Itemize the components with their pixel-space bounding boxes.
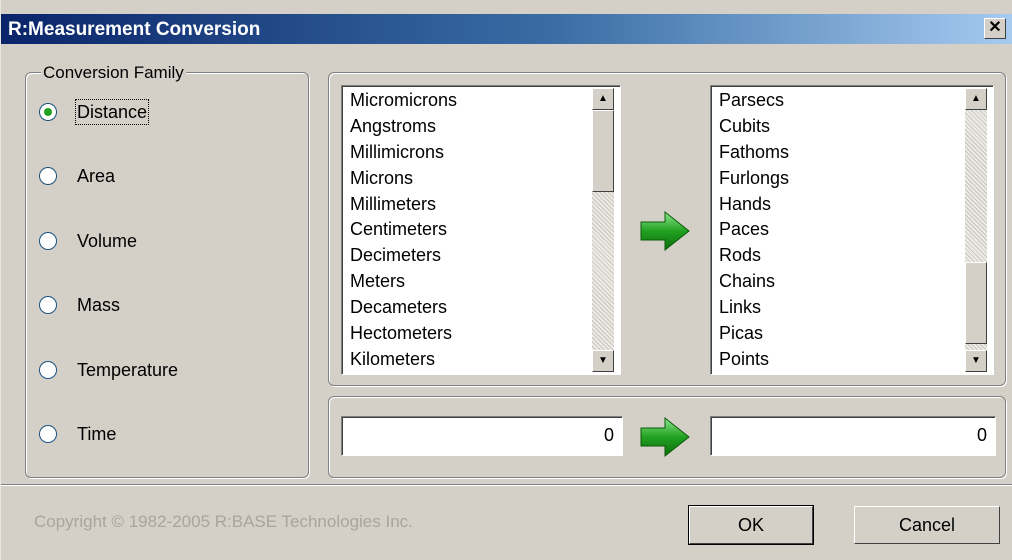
list-item[interactable]: Fathoms: [719, 140, 789, 166]
radio-label[interactable]: Time: [76, 422, 117, 446]
to-unit-items: Parsecs Cubits Fathoms Furlongs Hands Pa…: [719, 88, 789, 373]
radio-label[interactable]: Distance: [74, 99, 150, 125]
radio-button[interactable]: [39, 361, 57, 379]
list-item[interactable]: Meters: [350, 269, 457, 295]
list-item[interactable]: Hands: [719, 192, 789, 218]
to-list-scrollbar[interactable]: ▲ ▼: [965, 88, 987, 372]
radio-label[interactable]: Volume: [76, 229, 138, 253]
from-value-input[interactable]: 0: [341, 416, 623, 456]
list-item[interactable]: Decameters: [350, 295, 457, 321]
scroll-down-icon: ▼: [598, 355, 608, 366]
cancel-button[interactable]: Cancel: [854, 506, 1000, 544]
list-item[interactable]: Microns: [350, 166, 457, 192]
radio-button[interactable]: [39, 296, 57, 314]
scroll-down-button[interactable]: ▼: [592, 350, 614, 372]
scroll-down-icon: ▼: [971, 355, 981, 366]
list-item[interactable]: Millimicrons: [350, 140, 457, 166]
list-item[interactable]: Paces: [719, 217, 789, 243]
list-item[interactable]: Millimeters: [350, 192, 457, 218]
radio-button[interactable]: [39, 425, 57, 443]
scroll-up-icon: ▲: [598, 93, 608, 104]
from-unit-list[interactable]: Micromicrons Angstroms Millimicrons Micr…: [341, 85, 621, 375]
list-item[interactable]: Furlongs: [719, 166, 789, 192]
conversion-family-legend: Conversion Family: [41, 63, 186, 83]
conversion-family-group: [25, 72, 309, 478]
to-unit-list[interactable]: Parsecs Cubits Fathoms Furlongs Hands Pa…: [710, 85, 994, 375]
scroll-up-button[interactable]: ▲: [965, 88, 987, 110]
list-item[interactable]: Kilometers: [350, 347, 457, 373]
list-item[interactable]: Parsecs: [719, 88, 789, 114]
radio-label[interactable]: Temperature: [76, 358, 179, 382]
scroll-down-button[interactable]: ▼: [965, 350, 987, 372]
list-item[interactable]: Micromicrons: [350, 88, 457, 114]
list-item[interactable]: Hectometers: [350, 321, 457, 347]
conversion-dialog: R:Measurement Conversion ✕ Conversion Fa…: [0, 0, 1012, 560]
window-title: R:Measurement Conversion: [8, 19, 261, 40]
list-item[interactable]: Angstroms: [350, 114, 457, 140]
list-item[interactable]: Chains: [719, 269, 789, 295]
radio-button[interactable]: [39, 167, 57, 185]
list-item[interactable]: Decimeters: [350, 243, 457, 269]
copyright-text: Copyright © 1982-2005 R:BASE Technologie…: [34, 512, 413, 531]
from-unit-items: Micromicrons Angstroms Millimicrons Micr…: [350, 88, 457, 373]
list-item[interactable]: Picas: [719, 321, 789, 347]
scroll-up-icon: ▲: [971, 93, 981, 104]
radio-label[interactable]: Mass: [76, 293, 121, 317]
list-item[interactable]: Cubits: [719, 114, 789, 140]
radio-button[interactable]: [39, 232, 57, 250]
radio-label[interactable]: Area: [76, 164, 116, 188]
green-right-arrow-icon: [640, 416, 690, 458]
radio-button[interactable]: [39, 103, 57, 121]
list-item[interactable]: Rods: [719, 243, 789, 269]
from-list-scrollbar[interactable]: ▲ ▼: [592, 88, 614, 372]
footer-separator: [1, 484, 1012, 486]
green-right-arrow-icon: [640, 210, 690, 252]
list-item[interactable]: Links: [719, 295, 789, 321]
list-item[interactable]: Points: [719, 347, 789, 373]
scroll-thumb[interactable]: [965, 262, 987, 344]
list-item[interactable]: Centimeters: [350, 217, 457, 243]
ok-button[interactable]: OK: [688, 505, 814, 545]
radio-selected-dot: [44, 108, 52, 116]
close-icon: ✕: [988, 19, 1002, 36]
to-value-output[interactable]: 0: [710, 416, 996, 456]
scroll-thumb[interactable]: [592, 110, 614, 192]
title-bar[interactable]: R:Measurement Conversion ✕: [1, 14, 1012, 44]
scroll-up-button[interactable]: ▲: [592, 88, 614, 110]
close-button[interactable]: ✕: [984, 18, 1006, 39]
